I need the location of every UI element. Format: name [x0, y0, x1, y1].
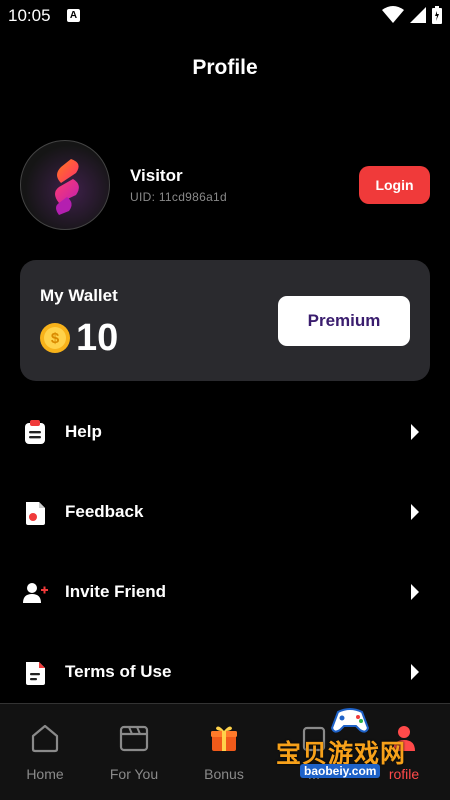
watermark-url: baobeiy.com [300, 764, 381, 778]
for-you-icon [119, 725, 149, 752]
wallet-title: My Wallet [40, 286, 118, 305]
user-name: Visitor [130, 166, 183, 185]
gift-icon [211, 726, 237, 751]
watermark: 宝贝游戏网 baobeiy.com [270, 704, 440, 788]
feedback-icon [26, 502, 45, 525]
nav-label-home: Home [26, 766, 64, 782]
app-logo-icon [55, 159, 79, 215]
menu-label-terms-of-use: Terms of Use [65, 662, 172, 681]
wallet-card: My Wallet $ 10 Premium [20, 260, 430, 381]
terms-icon [26, 662, 45, 685]
menu-item-terms-of-use[interactable]: Terms of Use [0, 642, 450, 702]
coin-symbol: $ [44, 327, 66, 349]
chevron-right-icon [411, 504, 419, 520]
signal-icon [410, 7, 426, 23]
nav-item-bonus[interactable]: Bonus [179, 704, 269, 800]
premium-button[interactable]: Premium [278, 296, 410, 346]
battery-icon [432, 6, 442, 24]
nav-label-bonus: Bonus [204, 766, 244, 782]
status-bar: 10:05 A [0, 0, 450, 32]
status-icons [382, 6, 442, 24]
menu-label-feedback: Feedback [65, 502, 144, 521]
menu-item-invite-friend[interactable]: Invite Friend [0, 562, 450, 622]
wallet-balance: 10 [76, 317, 119, 359]
game-controller-icon [330, 708, 370, 733]
wifi-icon [382, 6, 404, 23]
chevron-right-icon [411, 664, 419, 680]
chevron-right-icon [411, 424, 419, 440]
nav-item-home[interactable]: Home [0, 704, 90, 800]
status-time: 10:05 [8, 6, 51, 25]
nav-item-for-you[interactable]: For You [89, 704, 179, 800]
help-icon [25, 420, 45, 444]
login-button[interactable]: Login [359, 166, 430, 204]
coin-icon: $ [40, 323, 70, 353]
chevron-right-icon [411, 584, 419, 600]
invite-friend-icon [23, 583, 48, 603]
menu-item-feedback[interactable]: Feedback [0, 482, 450, 542]
menu-item-help[interactable]: Help [0, 402, 450, 462]
menu-label-help: Help [65, 422, 102, 441]
page-title: Profile [192, 56, 258, 79]
nav-label-for-you: For You [109, 766, 159, 782]
notification-icon: A [67, 9, 80, 22]
menu-label-invite-friend: Invite Friend [65, 582, 167, 601]
avatar[interactable] [20, 140, 110, 230]
user-uid: UID: 11cd986a1d [130, 190, 228, 204]
home-icon [31, 724, 59, 753]
